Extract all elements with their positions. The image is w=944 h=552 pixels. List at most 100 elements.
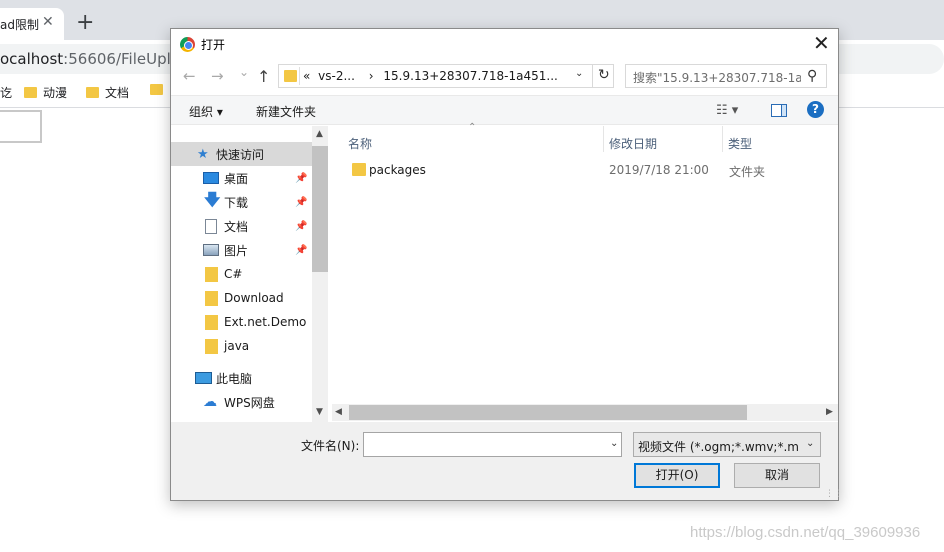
search-input[interactable]: 搜索"15.9.13+28307.718-1a... ⚲	[625, 64, 827, 88]
tab-title: ad限制	[0, 18, 39, 32]
nav-item-download[interactable]: Download	[171, 286, 313, 310]
nav-label: Ext.net.Demo	[224, 315, 307, 329]
chevron-right-icon[interactable]: ›	[369, 69, 374, 83]
nav-item-documents[interactable]: 文档 📌	[171, 214, 313, 238]
horizontal-scrollbar-thumb[interactable]	[349, 405, 747, 420]
nav-item-quick-access[interactable]: ★ 快速访问	[171, 142, 313, 166]
nav-item-java[interactable]: java	[171, 334, 313, 358]
folder-icon	[205, 338, 218, 354]
page-file-input[interactable]	[0, 110, 42, 143]
filename-label: 文件名(N):	[301, 439, 360, 453]
preview-pane-icon[interactable]	[771, 104, 787, 117]
chevron-down-icon[interactable]: ⌄	[575, 68, 583, 79]
search-icon: ⚲	[807, 68, 818, 84]
pin-icon: 📌	[295, 244, 308, 256]
nav-label: 文档	[224, 219, 249, 234]
nav-label: 此电脑	[216, 371, 253, 386]
computer-icon	[195, 372, 212, 384]
dialog-title: 打开	[201, 38, 226, 52]
navigation-pane: ★ 快速访问 桌面 📌 🡇 下载 📌 文档 📌 图片 📌 C# Download…	[171, 126, 328, 422]
command-bar: 组织 ▾ 新建文件夹 ☷ ▾ ?	[171, 95, 838, 125]
cancel-button[interactable]: 取消	[734, 463, 820, 488]
breadcrumb: « vs-2... › 15.9.13+28307.718-1a451...	[303, 69, 562, 83]
forward-icon[interactable]: →	[211, 67, 224, 85]
folder-path-bar[interactable]: « vs-2... › 15.9.13+28307.718-1a451... ⌄…	[278, 64, 614, 88]
chevron-down-icon[interactable]: ⌄	[610, 438, 618, 449]
folder-icon	[205, 314, 218, 330]
nav-label: 图片	[224, 243, 249, 258]
nav-item-this-pc[interactable]: 此电脑	[171, 366, 313, 390]
organize-button[interactable]: 组织 ▾	[189, 103, 223, 120]
picture-icon	[203, 244, 219, 256]
open-button[interactable]: 打开(O)	[634, 463, 720, 488]
nav-label: 快速访问	[216, 147, 265, 162]
filetype-select[interactable]: 视频文件 (*.ogm;*.wmv;*.mpg ⌄	[633, 432, 821, 457]
folder-icon	[24, 87, 37, 98]
resize-grip-icon[interactable]: ⋮⋮	[825, 489, 843, 499]
folder-icon	[86, 87, 99, 98]
dialog-close-icon[interactable]: ✕	[813, 32, 830, 54]
download-icon: 🡇	[204, 189, 221, 209]
refresh-button[interactable]: ↻	[592, 64, 614, 88]
recent-locations-icon[interactable]: ⌄	[239, 65, 249, 79]
url-host: ocalhost	[0, 50, 64, 68]
dialog-titlebar[interactable]: 打开 ✕	[171, 29, 838, 59]
column-header-type[interactable]: 类型	[728, 135, 752, 152]
bookmark-item[interactable]	[150, 84, 163, 95]
breadcrumb-overflow[interactable]: «	[303, 69, 310, 83]
bookmark-item[interactable]: 文档	[86, 84, 129, 101]
folder-icon	[284, 70, 297, 82]
nav-item-csharp[interactable]: C#	[171, 262, 313, 286]
nav-item-pictures[interactable]: 图片 📌	[171, 238, 313, 262]
breadcrumb-item[interactable]: 15.9.13+28307.718-1a451...	[383, 69, 557, 83]
up-folder-icon[interactable]: ↑	[257, 67, 270, 86]
bookmark-label: 文档	[105, 86, 130, 100]
column-header-date[interactable]: 修改日期	[609, 135, 657, 152]
bookmark-label: 动漫	[43, 86, 68, 100]
tab-close-icon[interactable]: ✕	[42, 14, 54, 30]
back-icon[interactable]: ←	[183, 67, 196, 85]
nav-item-ext-net-demo[interactable]: Ext.net.Demo	[171, 310, 313, 334]
pin-icon: 📌	[295, 196, 308, 208]
bookmark-item[interactable]: 讫	[0, 84, 12, 101]
pin-icon: 📌	[295, 220, 308, 232]
help-icon[interactable]: ?	[807, 101, 824, 118]
column-divider[interactable]	[722, 126, 723, 152]
open-file-dialog: 打开 ✕ ← → ⌄ ↑ « vs-2... › 15.9.13+28307.7…	[170, 28, 843, 501]
new-tab-button[interactable]: +	[76, 10, 94, 36]
nav-item-desktop[interactable]: 桌面 📌	[171, 166, 313, 190]
filename-input[interactable]: ⌄	[363, 432, 622, 457]
nav-label: C#	[224, 267, 243, 281]
nav-scrollbar-thumb[interactable]	[312, 146, 328, 272]
divider	[299, 67, 300, 85]
scroll-up-icon[interactable]: ▲	[316, 129, 323, 139]
watermark: https://blog.csdn.net/qq_39609936	[690, 524, 921, 541]
document-icon	[205, 218, 217, 234]
column-header-name[interactable]: 名称	[348, 135, 372, 152]
scroll-right-icon[interactable]: ▶	[826, 407, 833, 417]
breadcrumb-item[interactable]: vs-2...	[318, 69, 355, 83]
file-date: 2019/7/18 21:00	[609, 163, 709, 177]
file-name: packages	[369, 163, 426, 177]
chevron-down-icon: ⌄	[806, 438, 815, 449]
nav-label: Download	[224, 291, 284, 305]
new-folder-button[interactable]: 新建文件夹	[256, 103, 316, 120]
sort-caret-icon: ⌃	[468, 122, 477, 133]
nav-label: java	[224, 339, 250, 353]
nav-item-wps[interactable]: ☁ WPS网盘	[171, 390, 313, 414]
column-divider[interactable]	[603, 126, 604, 152]
file-type: 文件夹	[729, 165, 766, 179]
desktop-icon	[203, 172, 219, 184]
filetype-value: 视频文件 (*.ogm;*.wmv;*.mpg	[638, 440, 800, 454]
view-options-icon[interactable]: ☷ ▾	[716, 103, 738, 118]
nav-item-downloads[interactable]: 🡇 下载 📌	[171, 190, 313, 214]
bookmark-item[interactable]: 动漫	[24, 84, 67, 101]
search-placeholder: 搜索"15.9.13+28307.718-1a...	[633, 71, 801, 85]
folder-icon	[150, 84, 163, 95]
cloud-icon: ☁	[203, 394, 217, 410]
star-icon: ★	[197, 146, 209, 162]
nav-label: WPS网盘	[224, 395, 275, 410]
folder-icon	[205, 290, 218, 306]
scroll-left-icon[interactable]: ◀	[335, 407, 342, 417]
scroll-down-icon[interactable]: ▼	[316, 407, 323, 417]
